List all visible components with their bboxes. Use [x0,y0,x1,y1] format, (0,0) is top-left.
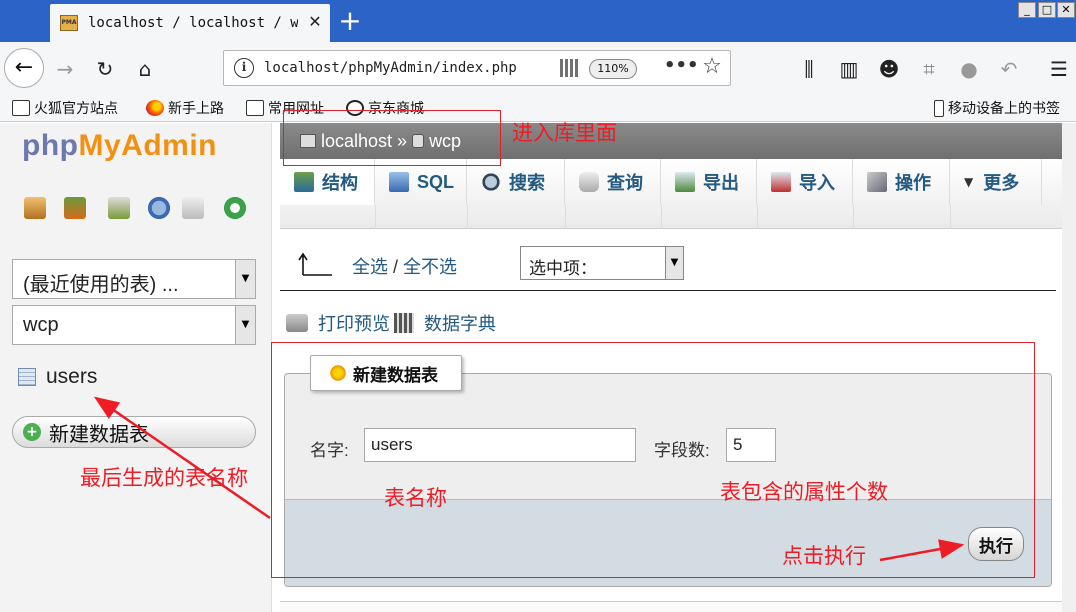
reload-button[interactable]: ↻ [92,56,118,82]
new-table-label: 新建数据表 [49,423,149,446]
browser-tab[interactable]: PMA localhost / localhost / wcp ✕ [50,4,330,42]
tab-export[interactable]: 导出 [661,159,757,205]
annotation-column-count: 表包含的属性个数 [720,480,888,504]
folder-icon [12,100,30,116]
recent-tables-select[interactable]: (最近使用的表) ... ▼ [12,259,256,299]
minimize-button[interactable]: _ [1018,2,1036,18]
info-icon[interactable]: i [234,58,254,78]
title-bar: PMA localhost / localhost / wcp ✕ + _ □ … [0,0,1076,42]
firefox-icon [146,100,164,116]
database-select[interactable]: wcp ▼ [12,305,256,345]
help-icon[interactable] [148,197,170,219]
table-name: users [46,365,98,388]
url-text[interactable]: localhost/phpMyAdmin/index.php [264,60,534,80]
chevron-down-icon[interactable]: ▼ [235,306,255,344]
import-icon [771,172,791,192]
tab-close-button[interactable]: ✕ [305,12,325,32]
sql-icon [389,172,409,192]
tab-more[interactable]: ▼ 更多 [950,159,1042,205]
qr-code-icon[interactable] [560,59,578,77]
annotation-enter-db: 进入库里面 [512,121,617,145]
export-icon [675,172,695,192]
sidebar-toggle-icon[interactable]: ▥ [836,56,862,82]
annotation-generated-table-name: 最后生成的表名称 [80,466,248,490]
navigation-bar: ← → ↻ ⌂ i localhost/phpMyAdmin/index.php… [0,42,1076,94]
undo-icon[interactable]: ↶ [996,56,1022,82]
recent-tables-value: (最近使用的表) ... [23,274,179,296]
home-icon[interactable] [24,197,46,219]
account-icon[interactable]: ☻ [876,56,902,82]
check-all-link[interactable]: 全选 [352,257,388,277]
menu-hamburger-icon[interactable]: ☰ [1046,56,1072,82]
back-button[interactable]: ← [4,48,44,88]
db-tabs: 结构 SQL 搜索 查询 导出 导入 操作 ▼ 更多 [280,159,1076,229]
query-window-icon[interactable] [108,197,130,219]
print-view-link[interactable]: 打印预览 [318,310,390,336]
check-separator: / [388,257,404,277]
annotation-table-name: 表名称 [384,486,447,510]
maximize-button[interactable]: □ [1038,2,1056,18]
tab-title: localhost / localhost / wcp [88,15,298,31]
reload-nav-icon[interactable] [224,197,246,219]
annotation-click-go: 点击执行 [782,544,866,568]
zoom-level[interactable]: 110% [589,59,637,79]
bottom-divider [280,601,1076,612]
forward-button[interactable]: → [52,56,78,82]
new-tab-button[interactable]: + [336,6,364,36]
chevron-down-icon: ▼ [964,175,974,189]
wrench-icon [867,172,887,192]
bookmark-label: 新手上路 [168,101,224,117]
chevron-down-icon[interactable]: ▼ [235,260,255,298]
pma-favicon-icon: PMA [60,15,78,31]
data-dictionary-link[interactable]: 数据字典 [424,310,496,336]
home-button[interactable]: ⌂ [132,56,158,82]
table-icon [18,368,36,386]
bookmark-getting-started[interactable]: 新手上路 [146,97,224,119]
close-window-button[interactable]: ✕ [1057,2,1075,18]
bookmark-label: 火狐官方站点 [34,101,118,117]
bookmark-label: 移动设备上的书签 [948,101,1060,117]
plus-icon: + [23,423,41,441]
bookmark-firefox-site[interactable]: 火狐官方站点 [12,97,118,119]
pma-sidebar: phpMyAdmin (最近使用的表) ... ▼ wcp ▼ users + … [0,123,272,612]
mobile-bookmarks[interactable]: 移动设备上的书签 [934,97,1060,119]
structure-icon [294,172,314,192]
search-icon [481,172,501,192]
with-selected-value: 选中项： [529,259,597,278]
page-actions-button[interactable]: ••• [664,55,699,81]
query-icon [579,172,599,192]
printer-icon [286,314,308,332]
sidebar-new-table-button[interactable]: + 新建数据表 [12,416,256,448]
phone-icon [934,99,944,117]
library-icon[interactable]: ⫼ [796,56,822,82]
annotation-box-breadcrumb [283,110,501,166]
database-value: wcp [23,314,59,336]
phpmyadmin-logo[interactable]: phpMyAdmin [22,129,262,169]
documentation-icon[interactable] [182,197,204,219]
scrollbar[interactable] [1062,123,1076,612]
with-selected-select[interactable]: 选中项： ▼ [520,246,684,280]
crop-screenshot-icon[interactable]: ⌗ [916,56,942,82]
uncheck-all-link[interactable]: 全不选 [403,257,457,277]
data-dictionary-icon [394,313,414,333]
chat-icon[interactable]: ● [956,56,982,82]
folder-icon [246,100,264,116]
logout-icon[interactable] [64,197,86,219]
tab-query[interactable]: 查询 [565,159,661,205]
tab-import[interactable]: 导入 [757,159,853,205]
annotation-box-create-form [271,342,1035,578]
url-bar[interactable]: i localhost/phpMyAdmin/index.php 110% ••… [223,50,731,86]
bookmark-star-icon[interactable]: ☆ [698,54,726,82]
arrow-up-icon [298,252,332,276]
tab-operations[interactable]: 操作 [853,159,950,205]
chevron-down-icon[interactable]: ▼ [665,247,683,279]
sidebar-table-users[interactable]: users [18,363,97,391]
